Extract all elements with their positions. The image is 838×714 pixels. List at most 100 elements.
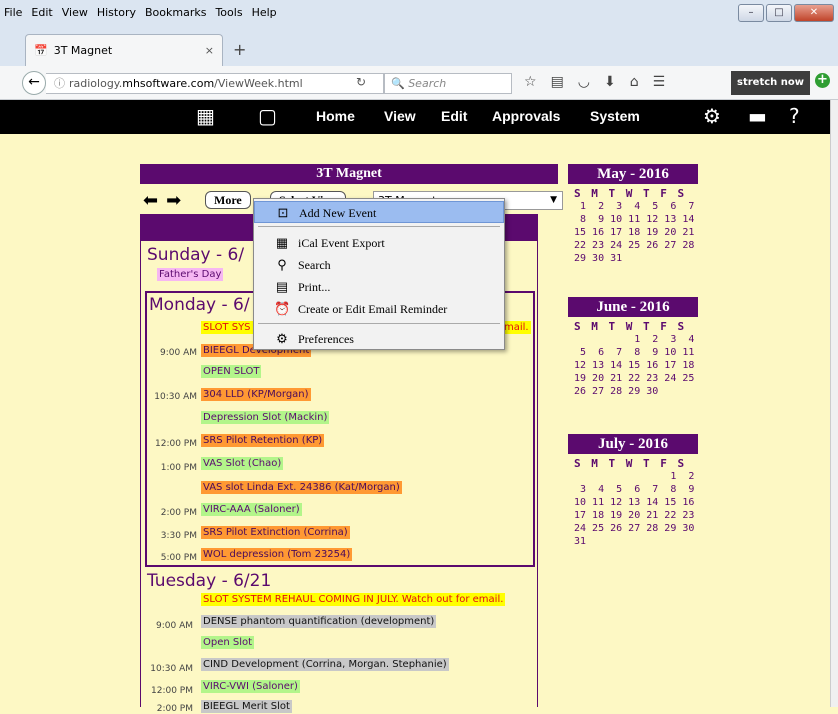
stretch-now-button[interactable]: stretch now [731,71,810,95]
next-week-arrow-icon[interactable]: ➡ [166,190,189,211]
event-item[interactable]: OPEN SLOT [201,365,262,378]
calendar-icon[interactable]: ▦ [196,104,215,128]
calendar-title[interactable]: June - 2016 [568,297,698,317]
day-heading-sunday: Sunday - 6/ [147,245,245,265]
menu-item-print[interactable]: ▤ Print... [254,276,504,298]
new-document-icon[interactable]: ▢ [258,104,277,128]
calendar-title[interactable]: May - 2016 [568,164,698,184]
more-button[interactable]: More [205,191,251,209]
calendar-week[interactable]: 5 6 7 8 9 10 11 [568,346,698,359]
event-item[interactable]: WOL depression (Tom 23254) [201,548,353,561]
menu-history[interactable]: History [97,6,136,19]
calendar-title[interactable]: July - 2016 [568,434,698,454]
event-item[interactable]: VAS Slot (Chao) [201,457,284,470]
calendar-week[interactable]: 17 18 19 20 21 22 23 [568,509,698,522]
calendar-week[interactable]: 15 16 17 18 19 20 21 [568,226,698,239]
menu-item-search[interactable]: ⚲ Search [254,254,504,276]
calendar-week[interactable]: 31 [568,535,698,548]
info-icon: ⓘ [54,77,65,90]
calendar-week[interactable]: 29 30 31 [568,252,698,265]
calendar-week[interactable]: 22 23 24 25 26 27 28 [568,239,698,252]
event-item[interactable]: DENSE phantom quantification (developmen… [201,615,437,628]
event-time: 2:00 PM [160,508,197,518]
menu-item-label: Preferences [298,332,354,346]
calendar-week[interactable]: 1 2 3 4 5 6 7 [568,200,698,213]
search-icon: 🔍 [391,77,405,90]
hamburger-menu-icon[interactable]: ☰ [653,74,666,90]
menu-view[interactable]: View [62,6,88,19]
calendar-week[interactable]: 10 11 12 13 14 15 16 [568,496,698,509]
menu-bookmarks[interactable]: Bookmarks [145,6,206,19]
event-item[interactable]: CIND Development (Corrina, Morgan. Steph… [201,658,449,671]
toolbox-icon[interactable]: ▬ [748,104,767,128]
back-button[interactable]: ← [22,71,46,95]
calendar-week[interactable]: 1 2 3 4 [568,333,698,346]
download-icon[interactable]: ⬇ [604,74,616,90]
url-bar[interactable]: ⓘ radiology.mhsoftware.com/ViewWeek.html [46,73,384,94]
calendar-week[interactable]: 8 9 10 11 12 13 14 [568,213,698,226]
menu-item-label: Print... [298,280,331,294]
menu-item-email-reminder[interactable]: ⏰ Create or Edit Email Reminder [254,298,504,320]
calendar-week[interactable]: 19 20 21 22 23 24 25 [568,372,698,385]
url-path: /ViewWeek.html [214,77,303,90]
event-item[interactable]: VIRC-AAA (Saloner) [201,503,302,516]
event-time: 3:30 PM [160,531,197,541]
menu-item-add-new-event[interactable]: ⊡ Add New Event [254,201,504,223]
prev-week-arrow-icon[interactable]: ⬅ [143,190,166,211]
search-icon: ⚲ [277,257,287,272]
pocket-icon[interactable]: ◡ [578,74,590,90]
event-item[interactable]: SRS Pilot Retention (KP) [201,434,325,447]
menu-item-ical-export[interactable]: ▦ iCal Event Export [254,232,504,254]
toolbar-icons: ☆ ▤ ◡ ⬇ ⌂ ☰ [524,74,679,90]
new-tab-button[interactable]: + [233,40,246,59]
more-context-menu: ⊡ Add New Event ▦ iCal Event Export ⚲ Searc… [253,198,505,350]
search-placeholder: Search [408,77,447,90]
event-item[interactable]: 304 LLD (KP/Morgan) [201,388,311,401]
close-window-button[interactable]: ✕ [794,4,834,22]
help-icon[interactable]: ? [789,104,800,128]
reading-list-icon[interactable]: ▤ [551,74,564,90]
menu-help[interactable]: Help [252,6,277,19]
add-extension-icon[interactable]: + [815,73,830,88]
search-input[interactable]: 🔍 Search [384,73,512,94]
event-item[interactable]: SRS Pilot Extinction (Corrina) [201,526,350,539]
event-item[interactable]: VIRC-VWI (Saloner) [201,680,300,693]
gear-icon[interactable]: ⚙ [703,104,721,128]
nav-approvals[interactable]: Approvals [492,108,560,124]
event-banner[interactable]: SLOT SYSTEM REHAUL COMING IN JULY. Watch… [201,593,506,606]
nav-system[interactable]: System [590,108,640,124]
home-icon[interactable]: ⌂ [630,74,639,90]
bookmark-star-icon[interactable]: ☆ [524,74,537,90]
menu-tools[interactable]: Tools [215,6,242,19]
event-banner-tail[interactable]: mail. [502,321,531,334]
calendar-week[interactable]: 24 25 26 27 28 29 30 [568,522,698,535]
nav-home[interactable]: Home [316,108,355,124]
app-navbar: ▦ ▢ Home View Edit Approvals System ⚙ ▬ … [0,100,830,134]
event-banner[interactable]: SLOT SYS [201,321,253,334]
calendar-week[interactable]: 26 27 28 29 30 [568,385,698,398]
printer-icon: ▤ [275,279,289,294]
browser-tab[interactable]: 📅 3T Magnet × [25,34,223,66]
calendar-weekdays: S M T W T F S [574,457,687,470]
nav-view[interactable]: View [384,108,416,124]
tab-title: 3T Magnet [53,44,113,57]
event-time: 12:00 PM [151,686,193,696]
event-item[interactable]: Depression Slot (Mackin) [201,411,330,424]
calendar-week[interactable]: 12 13 14 15 16 17 18 [568,359,698,372]
maximize-button[interactable]: □ [766,4,792,22]
calendar-week[interactable]: 3 4 5 6 7 8 9 [568,483,698,496]
menu-file[interactable]: File [4,6,22,19]
reload-icon[interactable]: ↻ [356,75,366,89]
menu-edit[interactable]: Edit [31,6,52,19]
event-item[interactable]: VAS slot Linda Ext. 24386 (Kat/Morgan) [201,481,402,494]
event-item[interactable]: Open Slot [201,636,255,649]
tab-close-icon[interactable]: × [205,44,214,57]
page-scrollbar[interactable] [830,100,838,707]
calendar-week[interactable]: 1 2 [568,470,698,483]
minimize-button[interactable]: – [738,4,764,22]
menu-item-preferences[interactable]: ⚙ Preferences [254,328,504,350]
mini-calendar-july: July - 2016 S M T W T F S 1 2 3 4 5 6 7 … [568,434,698,548]
alarm-clock-icon: ⏰ [274,301,291,316]
holiday-badge[interactable]: Father's Day [157,268,224,281]
nav-edit[interactable]: Edit [441,108,467,124]
